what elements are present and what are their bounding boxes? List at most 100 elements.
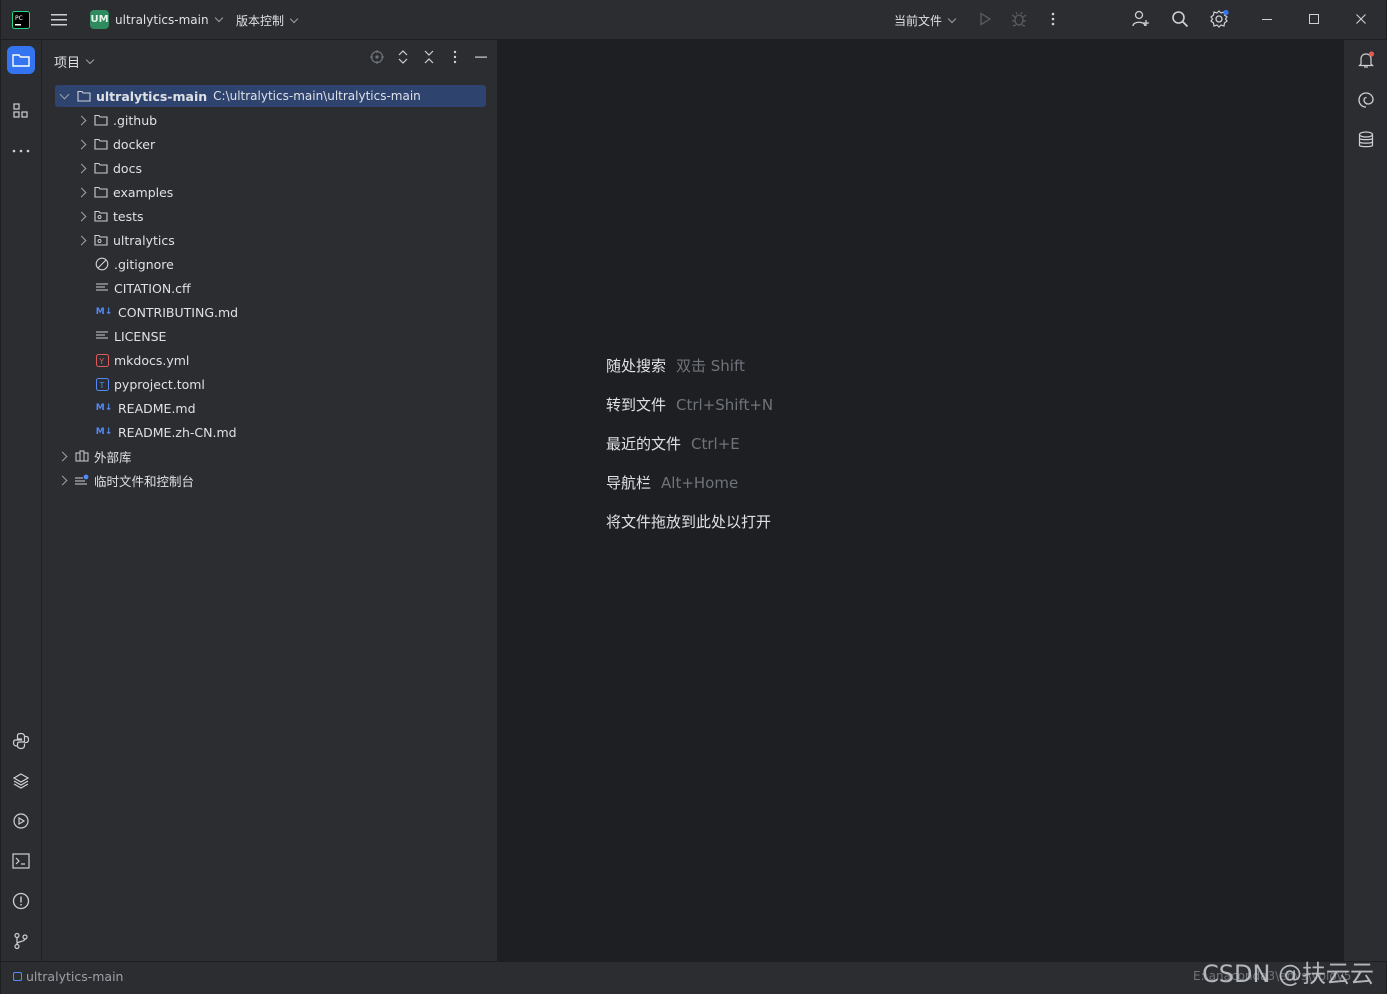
tree-item-label: README.md (118, 400, 196, 416)
chevron-right-icon[interactable] (76, 139, 87, 149)
terminal-button[interactable] (7, 847, 35, 875)
git-branch-icon (14, 932, 28, 950)
spiral-icon (1358, 92, 1374, 108)
library-icon (75, 449, 89, 463)
project-switcher[interactable]: UM ultralytics-main (90, 10, 223, 29)
hint-shortcut: Ctrl+E (691, 435, 740, 453)
package-folder-icon (94, 209, 108, 223)
more-actions-icon[interactable] (1039, 5, 1067, 33)
folder-icon (77, 89, 91, 103)
status-bar: ultralytics-main E:\anaconda3\envs\yolov… (1, 961, 1386, 991)
text-file-icon (95, 329, 109, 343)
collapse-all-icon[interactable] (416, 50, 442, 64)
add-user-icon[interactable] (1127, 5, 1155, 33)
tree-row-readme[interactable]: M↓ README.md (95, 397, 196, 419)
hint-navigation-bar: 导航栏 Alt+Home (606, 472, 738, 493)
locate-file-icon[interactable] (364, 50, 390, 64)
layers-icon (12, 773, 30, 789)
services-button[interactable] (7, 807, 35, 835)
project-badge: UM (90, 10, 109, 29)
ai-assistant-button[interactable] (1352, 86, 1380, 114)
tree-row-root[interactable]: ultralytics-main C:\ultralytics-main\ult… (55, 85, 486, 107)
breadcrumb[interactable]: ultralytics-main (13, 969, 123, 984)
run-icon[interactable] (971, 5, 999, 33)
tree-row-citation[interactable]: CITATION.cff (95, 277, 191, 299)
hint-label: 导航栏 (606, 474, 652, 492)
database-icon (1358, 131, 1374, 148)
chevron-right-icon[interactable] (76, 163, 87, 173)
more-horizontal-icon (12, 149, 30, 153)
hint-shortcut: 双击 Shift (676, 357, 745, 375)
hint-recent-files: 最近的文件 Ctrl+E (606, 433, 740, 454)
expand-all-icon[interactable] (390, 50, 416, 64)
main-menu-icon[interactable] (46, 6, 74, 34)
text-file-icon (95, 281, 109, 295)
tree-item-label: LICENSE (114, 328, 167, 344)
settings-gear-icon[interactable] (1206, 5, 1234, 33)
tree-row-readme-zh[interactable]: M↓ README.zh-CN.md (95, 421, 237, 443)
hint-go-to-file: 转到文件 Ctrl+Shift+N (606, 394, 773, 415)
debug-icon[interactable] (1005, 5, 1033, 33)
tree-row-github[interactable]: .github (76, 109, 157, 131)
project-view-selector[interactable]: 项目 (54, 52, 95, 71)
tree-row-examples[interactable]: examples (76, 181, 173, 203)
title-bar: PC UM ultralytics-main 版本控制 当前文件 (1, 0, 1386, 40)
chevron-right-icon[interactable] (76, 235, 87, 245)
more-tools-button[interactable] (7, 137, 35, 165)
chevron-down-icon[interactable] (59, 89, 70, 100)
chevron-down-icon (289, 14, 299, 24)
tree-row-mkdocs[interactable]: Y mkdocs.yml (95, 349, 189, 371)
database-button[interactable] (1352, 126, 1380, 154)
run-config-label: 当前文件 (894, 14, 943, 28)
tree-row-tests[interactable]: tests (76, 205, 144, 227)
tree-row-external-libraries[interactable]: 外部库 (57, 445, 132, 467)
tree-item-label: CONTRIBUTING.md (118, 304, 239, 320)
project-name: ultralytics-main (115, 12, 209, 27)
close-icon[interactable] (1347, 5, 1375, 33)
tree-row-gitignore[interactable]: .gitignore (95, 253, 174, 275)
chevron-right-icon[interactable] (76, 211, 87, 221)
hide-panel-icon[interactable] (468, 55, 494, 59)
hint-label: 随处搜索 (606, 357, 667, 375)
tree-row-pyproject[interactable]: T pyproject.toml (95, 373, 205, 395)
options-menu-icon[interactable] (442, 50, 468, 64)
notifications-button[interactable] (1352, 46, 1380, 74)
tree-row-contributing[interactable]: M↓ CONTRIBUTING.md (95, 301, 238, 323)
folder-icon (94, 161, 108, 175)
warning-circle-icon (12, 892, 30, 910)
tree-row-scratches[interactable]: 临时文件和控制台 (57, 469, 194, 491)
problems-button[interactable] (7, 887, 35, 915)
chevron-right-icon[interactable] (76, 187, 87, 197)
python-packages-button[interactable] (7, 767, 35, 795)
hint-label: 最近的文件 (606, 435, 682, 453)
chevron-right-icon[interactable] (57, 475, 68, 485)
chevron-right-icon[interactable] (57, 451, 68, 461)
tree-row-license[interactable]: LICENSE (95, 325, 166, 347)
svg-text:PC: PC (15, 15, 23, 22)
minimize-icon[interactable] (1253, 5, 1281, 33)
tree-row-docs[interactable]: docs (76, 157, 142, 179)
services-icon (13, 813, 29, 829)
hint-shortcut: Ctrl+Shift+N (676, 396, 774, 414)
pycharm-logo-icon[interactable]: PC (7, 6, 35, 34)
tree-item-label: CITATION.cff (114, 280, 191, 296)
vcs-menu[interactable]: 版本控制 (236, 12, 299, 29)
svg-text:Y: Y (98, 357, 104, 366)
tree-row-ultralytics[interactable]: ultralytics (76, 229, 175, 251)
git-button[interactable] (7, 927, 35, 955)
folder-icon (94, 185, 108, 199)
ide-window: PC UM ultralytics-main 版本控制 当前文件 项目 ultr… (1, 0, 1387, 994)
chevron-right-icon[interactable] (76, 115, 87, 125)
maximize-icon[interactable] (1300, 5, 1328, 33)
vcs-menu-label: 版本控制 (236, 14, 285, 28)
project-tool-button[interactable] (7, 46, 35, 74)
structure-tool-button[interactable] (7, 97, 35, 125)
editor-empty-area[interactable]: 随处搜索 双击 Shift 转到文件 Ctrl+Shift+N 最近的文件 Ctrl+… (498, 40, 1343, 961)
tree-item-label: docs (113, 160, 142, 176)
python-console-button[interactable] (7, 727, 35, 755)
tree-item-label: README.zh-CN.md (118, 424, 237, 440)
search-icon[interactable] (1166, 5, 1194, 33)
terminal-icon (12, 853, 30, 869)
tree-row-docker[interactable]: docker (76, 133, 155, 155)
run-config-selector[interactable]: 当前文件 (894, 12, 957, 29)
